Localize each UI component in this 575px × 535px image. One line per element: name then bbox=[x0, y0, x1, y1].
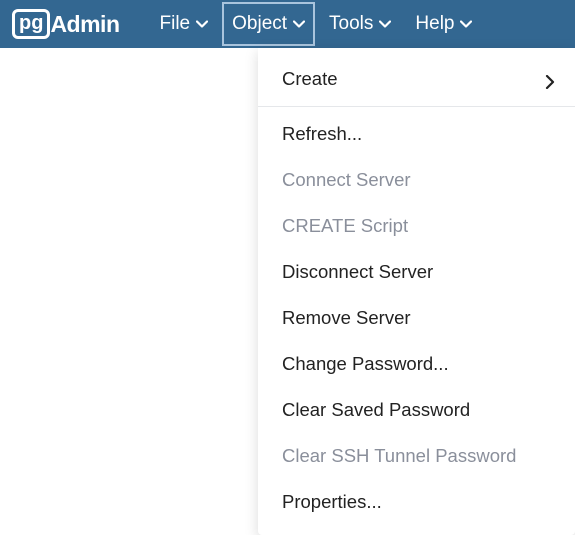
chevron-down-icon bbox=[293, 18, 305, 30]
dropdown-item-change-password[interactable]: Change Password... bbox=[258, 341, 575, 387]
dropdown-item-refresh[interactable]: Refresh... bbox=[258, 111, 575, 157]
menu-file[interactable]: File bbox=[148, 0, 221, 48]
logo-text: Admin bbox=[50, 11, 119, 38]
dropdown-item-properties[interactable]: Properties... bbox=[258, 479, 575, 525]
menu-object[interactable]: Object bbox=[220, 0, 317, 48]
menu-object-label: Object bbox=[232, 13, 287, 35]
dropdown-divider bbox=[258, 106, 575, 107]
menu-tools[interactable]: Tools bbox=[317, 0, 403, 48]
menubar-items: File Object Tools Help bbox=[148, 0, 485, 48]
dropdown-item-create[interactable]: Create bbox=[258, 56, 575, 102]
dropdown-item-clear-ssh-tunnel-password: Clear SSH Tunnel Password bbox=[258, 433, 575, 479]
chevron-down-icon bbox=[379, 18, 391, 30]
dropdown-item-label: Disconnect Server bbox=[282, 261, 433, 283]
dropdown-item-label: Connect Server bbox=[282, 169, 411, 191]
dropdown-item-label: Change Password... bbox=[282, 353, 449, 375]
dropdown-item-clear-saved-password[interactable]: Clear Saved Password bbox=[258, 387, 575, 433]
dropdown-item-label: Properties... bbox=[282, 491, 382, 513]
menu-file-label: File bbox=[160, 13, 191, 35]
dropdown-item-disconnect-server[interactable]: Disconnect Server bbox=[258, 249, 575, 295]
dropdown-item-label: Create bbox=[282, 68, 338, 90]
dropdown-item-label: CREATE Script bbox=[282, 215, 408, 237]
chevron-right-icon bbox=[545, 72, 555, 86]
dropdown-item-remove-server[interactable]: Remove Server bbox=[258, 295, 575, 341]
chevron-down-icon bbox=[460, 18, 472, 30]
dropdown-item-connect-server: Connect Server bbox=[258, 157, 575, 203]
dropdown-item-label: Clear SSH Tunnel Password bbox=[282, 445, 516, 467]
app-logo: pgAdmin bbox=[12, 9, 120, 39]
dropdown-item-label: Clear Saved Password bbox=[282, 399, 470, 421]
menu-help-label: Help bbox=[415, 13, 454, 35]
menu-help[interactable]: Help bbox=[403, 0, 484, 48]
logo-box: pg bbox=[12, 9, 50, 39]
menu-tools-label: Tools bbox=[329, 13, 373, 35]
menubar: pgAdmin File Object Tools Help bbox=[0, 0, 575, 48]
dropdown-item-label: Remove Server bbox=[282, 307, 411, 329]
dropdown-item-create-script: CREATE Script bbox=[258, 203, 575, 249]
chevron-down-icon bbox=[196, 18, 208, 30]
dropdown-item-label: Refresh... bbox=[282, 123, 362, 145]
object-dropdown: Create Refresh... Connect Server CREATE … bbox=[258, 48, 575, 535]
